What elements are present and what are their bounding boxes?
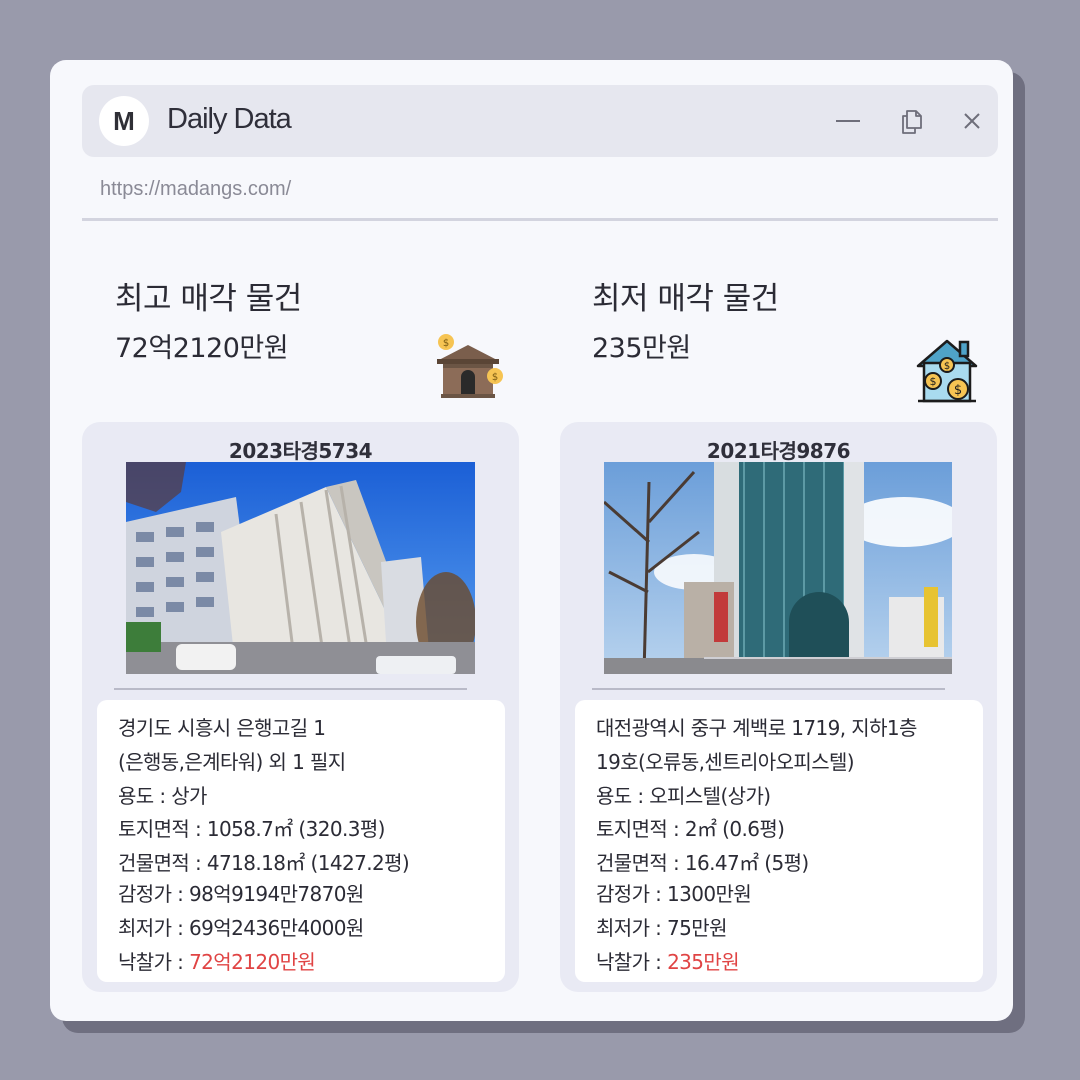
address-line-2: 19호(오류동,센트리아오피스텔) bbox=[596, 750, 855, 774]
app-title: Daily Data bbox=[167, 103, 292, 135]
header-divider bbox=[82, 218, 998, 221]
highest-value: 72억2120만원 bbox=[115, 333, 289, 364]
address-line-1: 대전광역시 중구 계백로 1719, 지하1층 bbox=[596, 716, 917, 740]
land-area-text: 토지면적 : 1058.7㎡ (320.3평) bbox=[118, 817, 385, 841]
usage-text: 용도 : 오피스텔(상가) bbox=[596, 784, 771, 808]
land-area-text: 토지면적 : 2㎡ (0.6평) bbox=[596, 817, 785, 841]
minimize-icon[interactable] bbox=[834, 107, 862, 135]
address-line-2: (은행동,은계타워) 외 1 필지 bbox=[118, 750, 346, 774]
svg-text:$: $ bbox=[944, 361, 950, 372]
minimum-price-text: 최저가 : 75만원 bbox=[596, 916, 728, 940]
svg-text:$: $ bbox=[443, 338, 449, 349]
winning-bid-value: 235만원 bbox=[667, 950, 740, 974]
house-coins-icon: $ $ $ bbox=[916, 339, 978, 403]
winning-bid-line: 낙찰가 : 72억2120만원 bbox=[118, 946, 316, 975]
app-logo: M bbox=[99, 96, 149, 146]
house-money-icon: $ $ bbox=[437, 334, 503, 398]
property-card-lowest[interactable]: 2021타경9876 대전광역시 중구 계백로 1719, 지하1층 19호(오… bbox=[560, 422, 997, 992]
property-photo bbox=[126, 462, 475, 674]
svg-text:$: $ bbox=[954, 383, 962, 398]
appraisal-price-text: 감정가 : 1300만원 bbox=[596, 882, 752, 906]
usage-text: 용도 : 상가 bbox=[118, 784, 207, 808]
svg-text:$: $ bbox=[492, 372, 498, 383]
card-divider bbox=[592, 688, 945, 690]
highest-label: 최고 매각 물건 bbox=[115, 281, 302, 317]
app-window: M Daily Data https://madangs.com/ 최고 매각 … bbox=[50, 60, 1013, 1021]
lowest-value: 235만원 bbox=[592, 333, 691, 364]
card-divider bbox=[114, 688, 467, 690]
address-line-1: 경기도 시흥시 은행고길 1 bbox=[118, 716, 326, 740]
restore-icon[interactable] bbox=[898, 107, 926, 135]
case-number: 2023타경5734 bbox=[228, 439, 373, 463]
minimum-price-text: 최저가 : 69억2436만4000원 bbox=[118, 916, 364, 940]
property-card-highest[interactable]: 2023타경5734 경기도 시흥시 은행고길 1 (은행동,은계타워) 외 1… bbox=[82, 422, 519, 992]
building-area-text: 건물면적 : 4718.18㎡ (1427.2평) bbox=[118, 851, 410, 875]
property-info: 경기도 시흥시 은행고길 1 (은행동,은계타워) 외 1 필지 용도 : 상가… bbox=[97, 700, 505, 982]
winning-bid-label: 낙찰가 : bbox=[596, 950, 668, 974]
winning-bid-value: 72억2120만원 bbox=[189, 950, 316, 974]
appraisal-price-text: 감정가 : 98억9194만7870원 bbox=[118, 882, 364, 906]
property-photo bbox=[604, 462, 952, 674]
case-number: 2021타경9876 bbox=[706, 439, 851, 463]
close-icon[interactable] bbox=[958, 107, 986, 135]
svg-text:$: $ bbox=[930, 375, 937, 388]
building-area-text: 건물면적 : 16.47㎡ (5평) bbox=[596, 851, 809, 875]
winning-bid-line: 낙찰가 : 235만원 bbox=[596, 946, 740, 975]
title-bar: M Daily Data bbox=[82, 85, 998, 157]
property-info: 대전광역시 중구 계백로 1719, 지하1층 19호(오류동,센트리아오피스텔… bbox=[575, 700, 983, 982]
lowest-label: 최저 매각 물건 bbox=[592, 281, 779, 317]
winning-bid-label: 낙찰가 : bbox=[118, 950, 190, 974]
url-text[interactable]: https://madangs.com/ bbox=[100, 178, 291, 201]
